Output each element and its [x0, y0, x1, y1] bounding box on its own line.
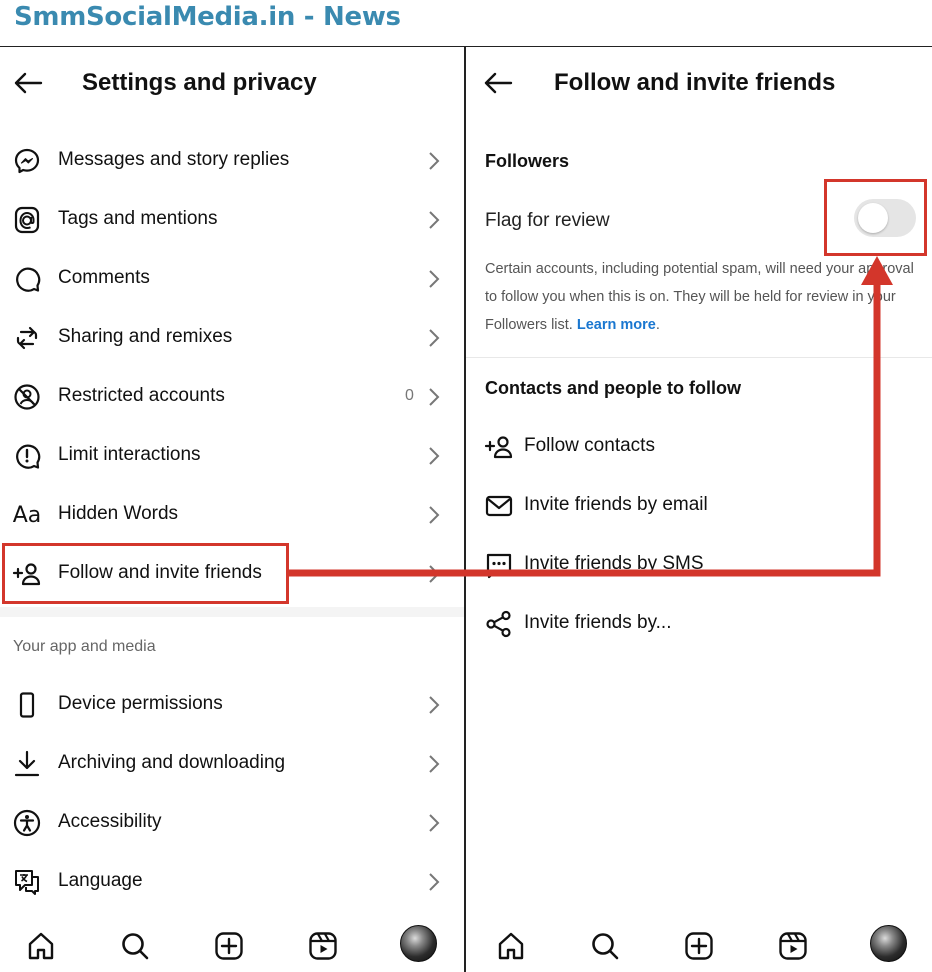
- settings-item-limit[interactable]: Limit interactions: [0, 426, 464, 485]
- follow-invite-header: Follow and invite friends: [466, 47, 932, 119]
- flag-description-text: Certain accounts, including potential sp…: [485, 261, 914, 333]
- reels-icon[interactable]: [776, 929, 810, 963]
- settings-panel: Settings and privacy Messages and story …: [0, 46, 466, 972]
- contacts-heading: Contacts and people to follow: [485, 378, 741, 398]
- phone-icon: [12, 691, 42, 719]
- comment-icon: [12, 265, 42, 293]
- chevron-right-icon: [426, 209, 442, 231]
- translate-icon: [12, 868, 42, 896]
- back-arrow-icon[interactable]: [482, 69, 514, 97]
- learn-more-link[interactable]: Learn more: [577, 317, 656, 333]
- create-icon[interactable]: [212, 929, 246, 963]
- settings-item-label: Archiving and downloading: [58, 752, 286, 773]
- chevron-right-icon: [426, 327, 442, 349]
- home-icon[interactable]: [24, 929, 58, 963]
- flag-description: Certain accounts, including potential sp…: [485, 261, 914, 333]
- settings-item-label: Accessibility: [58, 811, 162, 832]
- settings-item-label: Hidden Words: [58, 503, 179, 524]
- chevron-right-icon: [426, 563, 442, 585]
- chevron-right-icon: [426, 504, 442, 526]
- chevron-right-icon: [426, 150, 442, 172]
- follow-invite-panel: Follow and invite friends Followers Flag…: [466, 46, 932, 972]
- chevron-right-icon: [426, 753, 442, 775]
- settings-item-label: Tags and mentions: [58, 208, 218, 229]
- section-divider: [466, 357, 932, 358]
- chevron-right-icon: [426, 268, 442, 290]
- messenger-icon: [12, 147, 42, 175]
- search-icon[interactable]: [118, 929, 152, 963]
- chevron-right-icon: [426, 694, 442, 716]
- site-banner: SmmSocialMedia.in - News: [0, 0, 932, 46]
- follow-contacts-item[interactable]: Follow contacts: [466, 417, 932, 476]
- settings-item-comments[interactable]: Comments: [0, 249, 464, 308]
- chevron-right-icon: [426, 812, 442, 834]
- flag-for-review-label: Flag for review: [485, 210, 610, 231]
- settings-header: Settings and privacy: [0, 47, 464, 119]
- bottom-nav: [466, 915, 932, 972]
- create-icon[interactable]: [682, 929, 716, 963]
- settings-item-hidden-words[interactable]: Aa Hidden Words: [0, 485, 464, 544]
- settings-item-label: Language: [58, 870, 143, 891]
- profile-avatar[interactable]: [870, 925, 907, 962]
- restricted-icon: [12, 383, 42, 411]
- share-icon: [484, 610, 514, 638]
- item-label: Follow contacts: [524, 435, 655, 456]
- settings-item-sharing[interactable]: Sharing and remixes: [0, 308, 464, 367]
- settings-item-label: Messages and story replies: [58, 149, 290, 170]
- invite-email-item[interactable]: Invite friends by email: [466, 476, 932, 535]
- settings-item-label: Sharing and remixes: [58, 326, 233, 347]
- settings-item-label: Device permissions: [58, 693, 223, 714]
- limit-icon: [12, 442, 42, 470]
- text-aa-icon: Aa: [12, 502, 42, 528]
- download-icon: [12, 750, 42, 778]
- chevron-right-icon: [426, 386, 442, 408]
- add-person-icon: [484, 433, 514, 461]
- item-label: Invite friends by...: [524, 612, 672, 633]
- settings-item-tags[interactable]: Tags and mentions: [0, 190, 464, 249]
- item-label: Invite friends by email: [524, 494, 708, 515]
- page-title: Follow and invite friends: [554, 69, 836, 96]
- toggle-knob: [858, 203, 888, 233]
- settings-item-follow-invite[interactable]: Follow and invite friends: [0, 544, 464, 603]
- page-title: Settings and privacy: [82, 69, 317, 96]
- invite-sms-item[interactable]: Invite friends by SMS: [466, 535, 932, 594]
- settings-item-label: Follow and invite friends: [58, 562, 262, 583]
- settings-item-label: Limit interactions: [58, 444, 201, 465]
- at-sign-icon: [12, 206, 42, 234]
- add-person-icon: [12, 560, 42, 588]
- reels-icon[interactable]: [306, 929, 340, 963]
- settings-item-archiving[interactable]: Archiving and downloading: [0, 734, 464, 793]
- section-title: Your app and media: [13, 638, 156, 655]
- restricted-count: 0: [405, 387, 414, 404]
- chevron-right-icon: [426, 445, 442, 467]
- back-arrow-icon[interactable]: [12, 69, 44, 97]
- chevron-right-icon: [426, 871, 442, 893]
- bottom-nav: [0, 915, 464, 972]
- settings-item-label: Restricted accounts: [58, 385, 225, 406]
- search-icon[interactable]: [588, 929, 622, 963]
- invite-share-item[interactable]: Invite friends by...: [466, 594, 932, 653]
- section-separator: [0, 607, 464, 617]
- followers-heading: Followers: [485, 151, 570, 171]
- settings-item-restricted[interactable]: Restricted accounts 0: [0, 367, 464, 426]
- settings-item-language[interactable]: Language: [0, 852, 464, 911]
- accessibility-icon: [12, 809, 42, 837]
- email-icon: [484, 492, 514, 520]
- banner-title: SmmSocialMedia.in - News: [14, 2, 401, 32]
- item-label: Invite friends by SMS: [524, 553, 704, 574]
- settings-item-device-permissions[interactable]: Device permissions: [0, 675, 464, 734]
- settings-item-messages[interactable]: Messages and story replies: [0, 131, 464, 190]
- settings-item-accessibility[interactable]: Accessibility: [0, 793, 464, 852]
- flag-for-review-toggle[interactable]: [854, 199, 916, 237]
- repost-icon: [12, 324, 42, 352]
- sms-icon: [484, 551, 514, 579]
- settings-item-label: Comments: [58, 267, 150, 288]
- profile-avatar[interactable]: [400, 925, 437, 962]
- home-icon[interactable]: [494, 929, 528, 963]
